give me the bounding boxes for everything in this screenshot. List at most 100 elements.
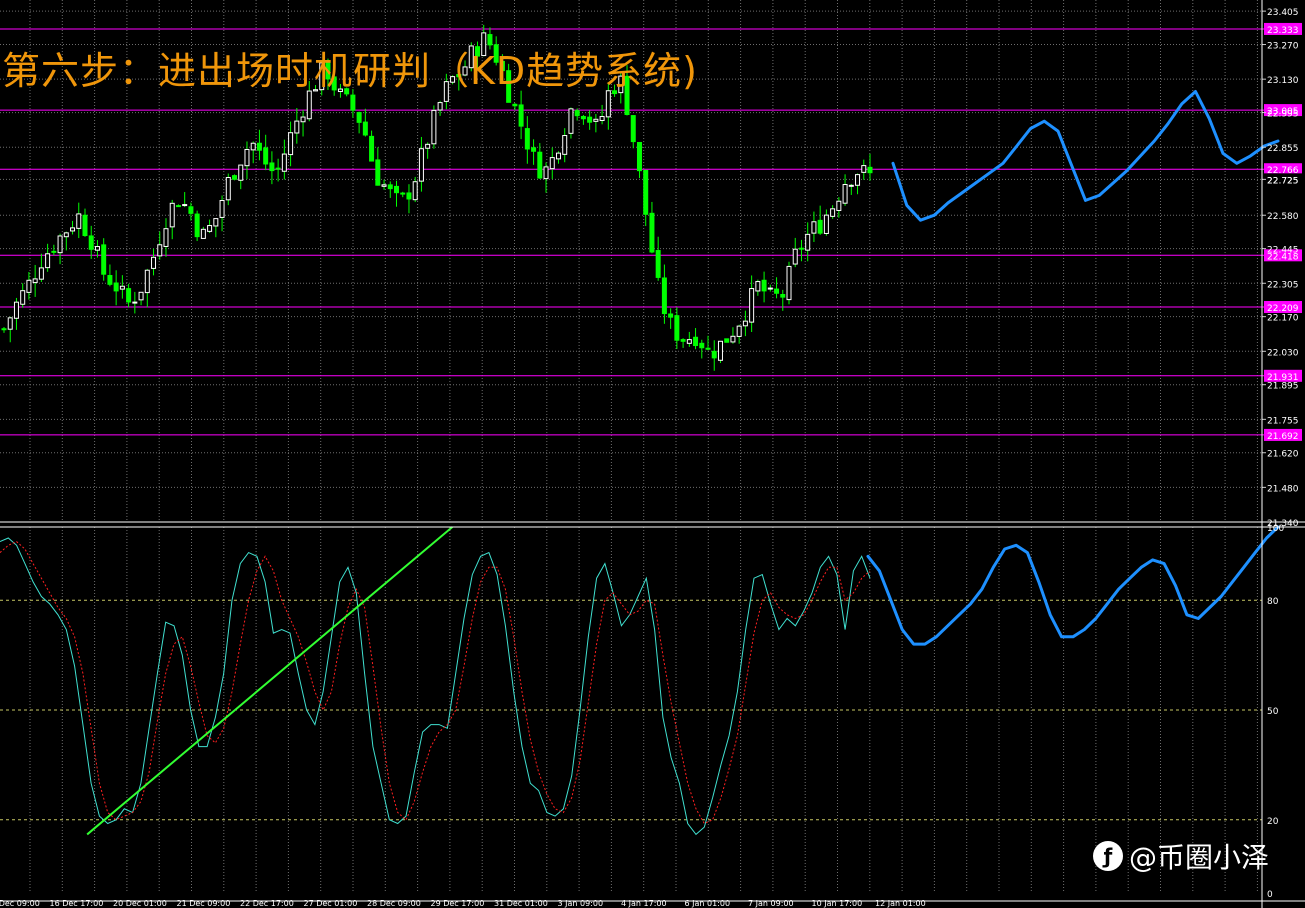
price-tick-label: 23.130: [1267, 76, 1299, 86]
candle-body: [119, 285, 125, 290]
candle-body: [543, 166, 549, 180]
candle-body: [238, 164, 244, 181]
time-tick-label: 10 Jan 17:00: [812, 899, 863, 908]
candle-body: [362, 121, 368, 136]
level-label: 23.333: [1267, 26, 1299, 36]
candle-body: [219, 200, 225, 218]
candle-body: [418, 148, 424, 182]
candle-body: [562, 135, 568, 155]
price-tick-label: 22.580: [1267, 212, 1299, 222]
trendline: [86, 526, 453, 836]
price-tick-label: 22.725: [1267, 176, 1299, 186]
candle-body: [200, 228, 206, 239]
candle-body: [32, 278, 38, 284]
candle-body: [867, 166, 873, 174]
candle-body: [306, 90, 312, 120]
price-tick-label: 23.270: [1267, 42, 1299, 52]
candle-body: [213, 218, 219, 227]
candle-body: [823, 214, 829, 234]
trading-chart: 23.33323.00522.76622.41822.20921.93121.6…: [0, 0, 1305, 908]
level-label: 22.209: [1267, 304, 1299, 314]
candle-body: [151, 256, 157, 269]
oscillator-tick-label: 80: [1267, 597, 1279, 607]
candle-body: [848, 184, 854, 187]
watermark-text: @币圈小泽: [1129, 841, 1270, 874]
price-tick-label: 21.480: [1267, 484, 1299, 494]
candle-body: [431, 109, 437, 145]
candle-body: [599, 116, 605, 122]
candle-body: [817, 219, 823, 234]
candle-body: [182, 204, 188, 207]
candle-body: [855, 174, 861, 186]
candle-body: [555, 152, 561, 160]
fb-like-circle-icon: ƒ: [1093, 841, 1123, 871]
time-tick-label: 3 Jan 09:00: [558, 899, 604, 908]
candle-body: [1, 328, 7, 331]
candle-body: [531, 147, 537, 152]
candle-body: [275, 167, 281, 170]
candle-body: [412, 181, 418, 201]
candle-body: [232, 175, 238, 180]
candle-body: [836, 200, 842, 211]
candle-body: [668, 313, 674, 318]
time-tick-label: 7 Jan 09:00: [748, 899, 794, 908]
candle-body: [830, 208, 836, 217]
candle-body: [549, 157, 555, 170]
candle-body: [394, 185, 400, 194]
candle-body: [20, 290, 26, 305]
candle-body: [736, 325, 742, 337]
candle-body: [811, 221, 817, 234]
candle-body: [263, 147, 269, 165]
candle-body: [774, 288, 780, 294]
oscillator-tick-label: 20: [1267, 817, 1279, 827]
candle-body: [157, 244, 163, 257]
candle-body: [786, 265, 792, 301]
oscillator-tick-label: 0: [1267, 890, 1273, 900]
d-line: [0, 541, 871, 825]
candle-body: [761, 279, 767, 292]
time-axis: 15 Dec 09:00 16 Dec 17:00 20 Dec 01:00 21 D…: [0, 899, 926, 908]
candle-body: [680, 339, 686, 342]
candle-body: [163, 228, 169, 247]
candle-body: [699, 342, 705, 349]
candle-body: [175, 205, 181, 208]
oscillator-tick-label: 50: [1267, 707, 1279, 717]
time-tick-label: 21 Dec 09:00: [177, 899, 231, 908]
candle-body: [138, 291, 144, 301]
candle-body: [269, 162, 275, 172]
candle-body: [101, 244, 107, 275]
candle-body: [686, 339, 692, 344]
candle-body: [244, 148, 250, 167]
candle-body: [113, 282, 119, 292]
chart-title: 第六步：进出场时机研判（KD趋势系统): [2, 49, 699, 93]
candle-body: [655, 250, 661, 278]
candle-body: [755, 281, 761, 292]
candle-body: [256, 142, 262, 151]
candle-body: [674, 315, 680, 341]
candle-body: [425, 143, 431, 149]
price-tick-label: 21.895: [1267, 382, 1299, 392]
price-tick-label: 21.620: [1267, 450, 1299, 460]
candle-body: [767, 287, 773, 290]
watermark: ƒ @币圈小泽: [1093, 836, 1269, 876]
candle-body: [144, 269, 150, 294]
candle-body: [57, 235, 63, 254]
candle-body: [207, 225, 213, 232]
candle-body: [375, 159, 381, 186]
candle-body: [742, 320, 748, 327]
candle-body: [580, 116, 586, 120]
price-projection-curve: [891, 90, 1280, 222]
level-label: 21.692: [1267, 432, 1299, 442]
candle-body: [798, 247, 804, 250]
candle-body: [661, 277, 667, 315]
price-tick-label: 22.305: [1267, 280, 1299, 290]
price-tick-label: 23.405: [1267, 8, 1299, 18]
candle-body: [350, 94, 356, 111]
candle-body: [13, 301, 19, 319]
candle-body: [705, 347, 711, 350]
candle-body: [45, 253, 51, 269]
candle-body: [636, 141, 642, 172]
candle-body: [381, 184, 387, 187]
candle-body: [94, 246, 100, 251]
candle-body: [518, 104, 524, 127]
